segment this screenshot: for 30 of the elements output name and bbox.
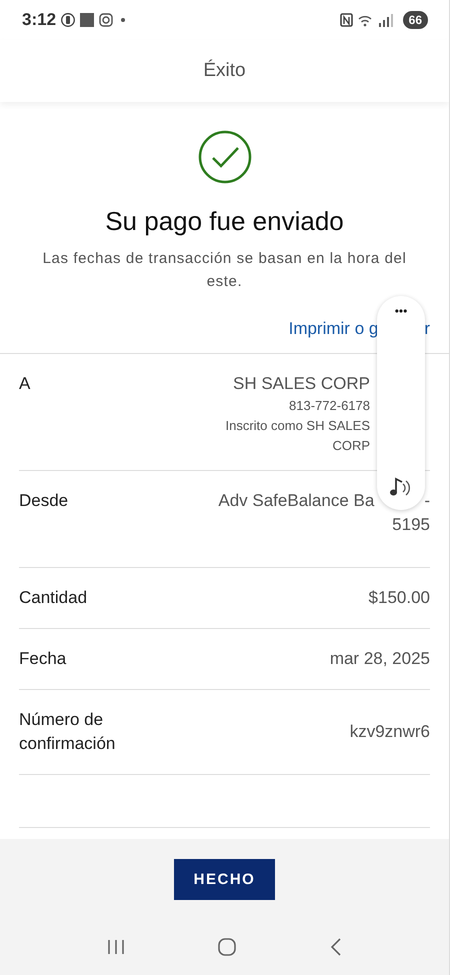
camera-app-icon	[99, 13, 114, 27]
signal-icons	[340, 12, 394, 28]
account-dash: -	[424, 490, 430, 512]
more-button[interactable]: •••	[394, 304, 408, 318]
print-link-end[interactable]: r	[424, 319, 430, 339]
detail-label: Fecha	[19, 648, 68, 670]
vibrate-icon	[61, 12, 76, 28]
status-time: 3:12	[22, 10, 56, 30]
detail-value: mar 28, 2025	[330, 648, 430, 670]
checkmark-icon	[198, 130, 252, 184]
detail-value: kzv9znwr6	[350, 721, 430, 743]
done-button[interactable]: HECHO	[174, 858, 276, 900]
timezone-note: Las fechas de transacción se basan en la hora del este.	[42, 249, 408, 292]
payee-detail: 813-772-6178	[289, 397, 370, 415]
recent-apps-icon[interactable]	[106, 938, 126, 956]
detail-label: Número de confirmación	[19, 709, 116, 755]
account-number: 5195	[392, 514, 430, 536]
page-title: Éxito	[203, 60, 246, 82]
account-name: Adv SafeBalance Ba	[218, 490, 374, 512]
battery-indicator: 66	[402, 11, 428, 29]
detail-value: $150.00	[368, 587, 430, 609]
detail-label: Desde	[19, 490, 70, 512]
detail-label: A	[19, 373, 32, 395]
detail-label: Cantidad	[19, 587, 88, 609]
home-icon[interactable]	[217, 937, 238, 957]
success-title: Su pago fue enviado	[105, 206, 344, 237]
print-link[interactable]: Imprimir o g	[288, 319, 378, 339]
payee-detail: Inscrito como SH SALES CORP	[224, 417, 370, 455]
back-icon[interactable]	[329, 937, 344, 957]
payee-name: SH SALES CORP	[233, 373, 370, 395]
